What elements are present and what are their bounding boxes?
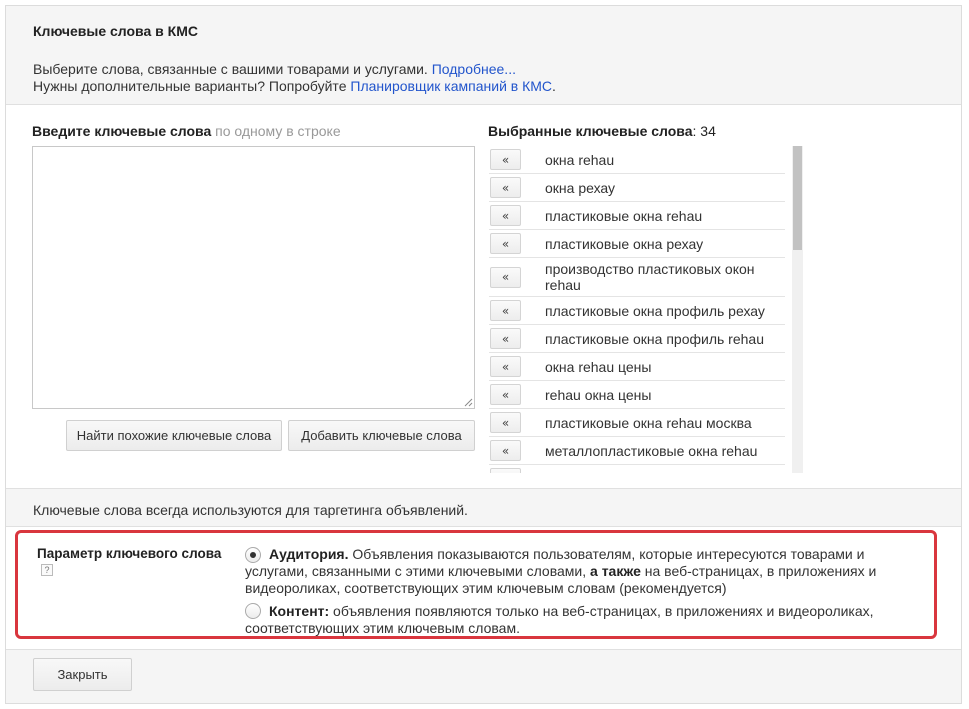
selected-keyword-text: пластиковые окна rehau	[545, 207, 703, 224]
selected-keyword-row: «	[489, 465, 785, 473]
description-text-2: Нужны дополнительные варианты? Попробуйт…	[33, 78, 351, 94]
dialog-title: Ключевые слова в КМС	[33, 23, 198, 39]
remove-keyword-button[interactable]: «	[490, 266, 521, 288]
selected-keyword-row: « производство пластиковых окон rehau	[489, 258, 785, 297]
selected-keyword-text: производство пластиковых окон rehau	[545, 261, 755, 293]
selected-keyword-row: « окна rehau	[489, 146, 785, 174]
enter-keywords-hint: по одному в строке	[211, 123, 341, 139]
remove-keyword-button[interactable]: «	[490, 440, 521, 461]
selected-keyword-text: пластиковые окна рехау	[545, 235, 704, 252]
learn-more-link[interactable]: Подробнее...	[432, 61, 516, 77]
selected-keyword-row: « пластиковые окна рехау	[489, 230, 785, 258]
description-line-1: Выберите слова, связанные с вашими товар…	[33, 61, 516, 77]
remove-keyword-button[interactable]: «	[490, 177, 521, 198]
selected-keyword-row: « пластиковые окна rehau москва	[489, 409, 785, 437]
targeting-note: Ключевые слова всегда используются для т…	[33, 502, 468, 518]
selected-keyword-text: окна rehau цены	[545, 358, 652, 375]
selected-keywords-count: : 34	[692, 123, 716, 139]
selected-keyword-row: « окна rehau цены	[489, 353, 785, 381]
content-option-title: Контент:	[269, 603, 330, 619]
audience-option-text: Аудитория. Объявления показываются польз…	[245, 546, 925, 597]
selected-keywords-label-bold: Выбранные ключевые слова	[488, 123, 693, 139]
remove-keyword-button[interactable]: «	[490, 356, 521, 377]
audience-option-title: Аудитория.	[269, 546, 349, 562]
keywords-textarea[interactable]	[32, 146, 475, 409]
remove-keyword-button[interactable]: «	[490, 300, 521, 321]
remove-keyword-button[interactable]: «	[490, 328, 521, 349]
campaign-planner-link[interactable]: Планировщик кампаний в КМС	[350, 78, 552, 94]
selected-keywords-label: Выбранные ключевые слова: 34	[488, 123, 716, 139]
keyword-parameter-section: Параметр ключевого слова ? Аудитория. Об…	[6, 526, 961, 650]
remove-keyword-button[interactable]: «	[490, 384, 521, 405]
selected-keyword-text: rehau окна цены	[545, 386, 652, 403]
help-icon[interactable]: ?	[41, 564, 53, 576]
selected-keyword-row: « пластиковые окна профиль рехау	[489, 297, 785, 325]
scrollbar-thumb[interactable]	[793, 146, 802, 250]
selected-keyword-text: пластиковые окна профиль rehau	[545, 330, 764, 347]
dialog-header: Ключевые слова в КМС Выберите слова, свя…	[6, 6, 961, 104]
remove-keyword-button[interactable]: «	[490, 468, 521, 473]
remove-keyword-button[interactable]: «	[490, 233, 521, 254]
enter-keywords-label-bold: Введите ключевые слова	[32, 123, 212, 139]
remove-keyword-button[interactable]: «	[490, 205, 521, 226]
audience-option-bold: а также	[590, 563, 641, 579]
description-text-2-end: .	[552, 78, 556, 94]
keywords-dialog: Ключевые слова в КМС Выберите слова, свя…	[5, 5, 962, 704]
selected-keyword-text: металлопластиковые окна rehau	[545, 442, 758, 459]
keywords-editor: Введите ключевые слова по одному в строк…	[6, 104, 961, 489]
keyword-parameter-label: Параметр ключевого слова	[37, 546, 222, 561]
enter-keywords-label: Введите ключевые слова по одному в строк…	[32, 123, 341, 139]
description-text-1: Выберите слова, связанные с вашими товар…	[33, 61, 432, 77]
remove-keyword-button[interactable]: «	[490, 149, 521, 170]
selected-keyword-text: окна rehau	[545, 151, 615, 168]
content-option-text: Контент: объявления появляются только на…	[245, 603, 925, 637]
add-keywords-button[interactable]: Добавить ключевые слова	[288, 420, 475, 451]
resize-grip-icon[interactable]	[464, 398, 473, 407]
selected-keyword-row: « окна рехау	[489, 174, 785, 202]
selected-keyword-row: « пластиковые окна rehau	[489, 202, 785, 230]
keywords-list-scrollbar[interactable]	[792, 146, 803, 473]
selected-keyword-row: « пластиковые окна профиль rehau	[489, 325, 785, 353]
close-button[interactable]: Закрыть	[33, 658, 132, 691]
selected-keyword-row: « rehau окна цены	[489, 381, 785, 409]
selected-keyword-text: пластиковые окна rehau москва	[545, 414, 752, 431]
content-option-desc: объявления появляются только на веб-стра…	[245, 603, 874, 636]
selected-keywords-list: « окна rehau « окна рехау « пластиковые окна …	[489, 146, 803, 473]
remove-keyword-button[interactable]: «	[490, 412, 521, 433]
selected-keyword-text: окна рехау	[545, 179, 616, 196]
description-line-2: Нужны дополнительные варианты? Попробуйт…	[33, 78, 556, 94]
selected-keyword-row: « металлопластиковые окна rehau	[489, 437, 785, 465]
find-similar-keywords-button[interactable]: Найти похожие ключевые слова	[66, 420, 282, 451]
selected-keyword-text: пластиковые окна профиль рехау	[545, 302, 765, 319]
